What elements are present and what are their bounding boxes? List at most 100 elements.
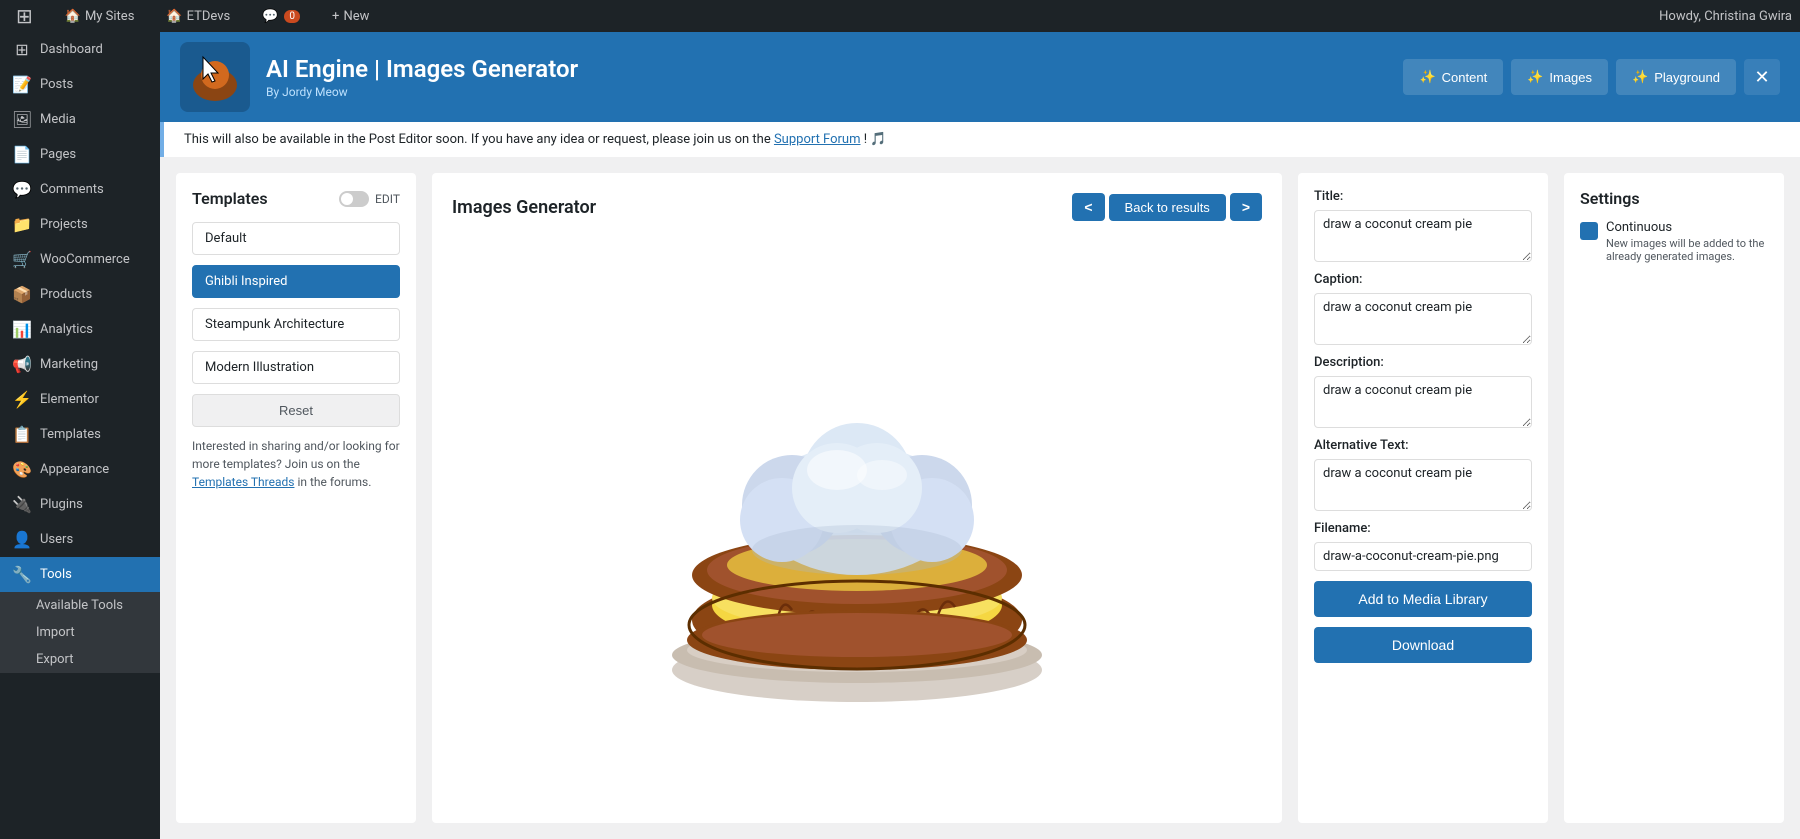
template-default[interactable]: Default <box>192 222 400 255</box>
settings-panel: Settings Continuous New images will be a… <box>1564 173 1784 823</box>
plugin-title: AI Engine | Images Generator <box>266 55 1387 83</box>
generator-panel: Images Generator < Back to results > <box>432 173 1282 823</box>
projects-icon: 📁 <box>12 215 32 234</box>
wp-logo-icon: ⊞ <box>16 4 33 28</box>
description-input[interactable]: draw a coconut cream pie <box>1314 376 1532 428</box>
sidebar-item-posts[interactable]: 📝 Posts <box>0 67 160 102</box>
media-icon: 🖼 <box>12 110 32 129</box>
content-nav-button[interactable]: ✨ Content <box>1403 59 1503 95</box>
sidebar-tools-label: Tools <box>40 567 72 582</box>
template-modern[interactable]: Modern Illustration <box>192 351 400 384</box>
submenu-import[interactable]: Import <box>0 619 160 646</box>
sidebar-item-comments[interactable]: 💬 Comments <box>0 172 160 207</box>
title-input[interactable]: draw a coconut cream pie <box>1314 210 1532 262</box>
tools-icon: 🔧 <box>12 565 32 584</box>
templates-threads-link[interactable]: Templates Threads <box>192 475 294 489</box>
tools-submenu: Available Tools Import Export <box>0 592 160 673</box>
next-button[interactable]: > <box>1230 193 1262 221</box>
sidebar-item-elementor[interactable]: ⚡ Elementor <box>0 382 160 417</box>
continuous-label: Continuous <box>1606 220 1768 235</box>
sidebar-projects-label: Projects <box>40 217 88 232</box>
sidebar: ⊞ Dashboard 📝 Posts 🖼 Media 📄 Pages 💬 Co… <box>0 32 160 839</box>
sidebar-item-pages[interactable]: 📄 Pages <box>0 137 160 172</box>
sidebar-item-templates[interactable]: 📋 Templates <box>0 417 160 452</box>
sidebar-posts-label: Posts <box>40 77 73 92</box>
plugin-logo-svg <box>185 47 245 107</box>
sidebar-pages-label: Pages <box>40 147 76 162</box>
sidebar-item-products[interactable]: 📦 Products <box>0 277 160 312</box>
template-default-label: Default <box>205 231 247 246</box>
sidebar-item-projects[interactable]: 📁 Projects <box>0 207 160 242</box>
adminbar-comments[interactable]: 💬 0 <box>254 0 308 32</box>
template-steampunk[interactable]: Steampunk Architecture <box>192 308 400 341</box>
sidebar-appearance-label: Appearance <box>40 462 109 477</box>
admin-bar: ⊞ 🏠 My Sites 🏠 ETDevs 💬 0 + New Howdy, C… <box>0 0 1800 32</box>
adminbar-site-name[interactable]: 🏠 ETDevs <box>158 0 238 32</box>
header-nav: ✨ Content ✨ Images ✨ Playground ✕ <box>1403 59 1780 95</box>
template-ghibli[interactable]: Ghibli Inspired <box>192 265 400 298</box>
sidebar-item-dashboard[interactable]: ⊞ Dashboard <box>0 32 160 67</box>
users-icon: 👤 <box>12 530 32 549</box>
filename-input[interactable] <box>1314 542 1532 571</box>
alt-label: Alternative Text: <box>1314 438 1532 453</box>
filename-label: Filename: <box>1314 521 1532 536</box>
continuous-subtext: New images will be added to the already … <box>1606 237 1768 263</box>
sidebar-item-analytics[interactable]: 📊 Analytics <box>0 312 160 347</box>
my-sites-label: My Sites <box>85 9 134 24</box>
posts-icon: 📝 <box>12 75 32 94</box>
adminbar-wp-logo[interactable]: ⊞ <box>8 0 41 32</box>
plugin-by: By Jordy Meow <box>266 85 1387 99</box>
playground-nav-button[interactable]: ✨ Playground <box>1616 59 1736 95</box>
templates-footer-text: Interested in sharing and/or looking for… <box>192 439 400 471</box>
alt-field-group: Alternative Text: draw a coconut cream p… <box>1314 438 1532 511</box>
continuous-text-wrap: Continuous New images will be added to t… <box>1606 220 1768 263</box>
submenu-export[interactable]: Export <box>0 646 160 673</box>
sidebar-item-appearance[interactable]: 🎨 Appearance <box>0 452 160 487</box>
adminbar-new[interactable]: + New <box>324 0 377 32</box>
close-icon: ✕ <box>1754 67 1769 88</box>
plugin-title-wrap: AI Engine | Images Generator By Jordy Me… <box>266 55 1387 99</box>
download-button[interactable]: Download <box>1314 627 1532 663</box>
template-modern-label: Modern Illustration <box>205 360 314 375</box>
site-name-label: ETDevs <box>187 9 231 24</box>
sidebar-media-label: Media <box>40 112 76 127</box>
sidebar-item-woocommerce[interactable]: 🛒 WooCommerce <box>0 242 160 277</box>
reset-button[interactable]: Reset <box>192 394 400 427</box>
sidebar-elementor-label: Elementor <box>40 392 99 407</box>
templates-title: Templates <box>192 189 268 208</box>
analytics-icon: 📊 <box>12 320 32 339</box>
user-greeting: Howdy, Christina Gwira <box>1659 9 1792 24</box>
edit-toggle-switch[interactable] <box>339 191 369 207</box>
sidebar-item-media[interactable]: 🖼 Media <box>0 102 160 137</box>
content-star-icon: ✨ <box>1419 69 1435 85</box>
dashboard-icon: ⊞ <box>12 40 32 59</box>
images-nav-button[interactable]: ✨ Images <box>1511 59 1608 95</box>
sidebar-products-label: Products <box>40 287 92 302</box>
sidebar-item-marketing[interactable]: 📢 Marketing <box>0 347 160 382</box>
back-to-results-button[interactable]: Back to results <box>1109 194 1226 221</box>
submenu-available-tools[interactable]: Available Tools <box>0 592 160 619</box>
sidebar-item-users[interactable]: 👤 Users <box>0 522 160 557</box>
caption-input[interactable]: draw a coconut cream pie <box>1314 293 1532 345</box>
continuous-checkbox[interactable] <box>1580 222 1598 240</box>
page-content: Templates EDIT Default Ghibli Inspired S… <box>160 157 1800 839</box>
templates-panel: Templates EDIT Default Ghibli Inspired S… <box>176 173 416 823</box>
alt-input[interactable]: draw a coconut cream pie <box>1314 459 1532 511</box>
sidebar-item-tools[interactable]: 🔧 Tools <box>0 557 160 592</box>
templates-footer-suffix: in the forums. <box>297 475 371 489</box>
close-button[interactable]: ✕ <box>1744 59 1780 95</box>
title-field-group: Title: draw a coconut cream pie <box>1314 189 1532 262</box>
site-home-icon: 🏠 <box>166 9 182 24</box>
plugins-icon: 🔌 <box>12 495 32 514</box>
adminbar-my-sites[interactable]: 🏠 My Sites <box>57 0 143 32</box>
sidebar-analytics-label: Analytics <box>40 322 93 337</box>
edit-toggle[interactable]: EDIT <box>339 191 400 207</box>
support-forum-link[interactable]: Support Forum <box>774 132 861 147</box>
sidebar-plugins-label: Plugins <box>40 497 83 512</box>
prev-button[interactable]: < <box>1072 193 1104 221</box>
add-to-library-button[interactable]: Add to Media Library <box>1314 581 1532 617</box>
sidebar-item-plugins[interactable]: 🔌 Plugins <box>0 487 160 522</box>
sidebar-comments-label: Comments <box>40 182 104 197</box>
template-steampunk-label: Steampunk Architecture <box>205 317 344 332</box>
products-icon: 📦 <box>12 285 32 304</box>
